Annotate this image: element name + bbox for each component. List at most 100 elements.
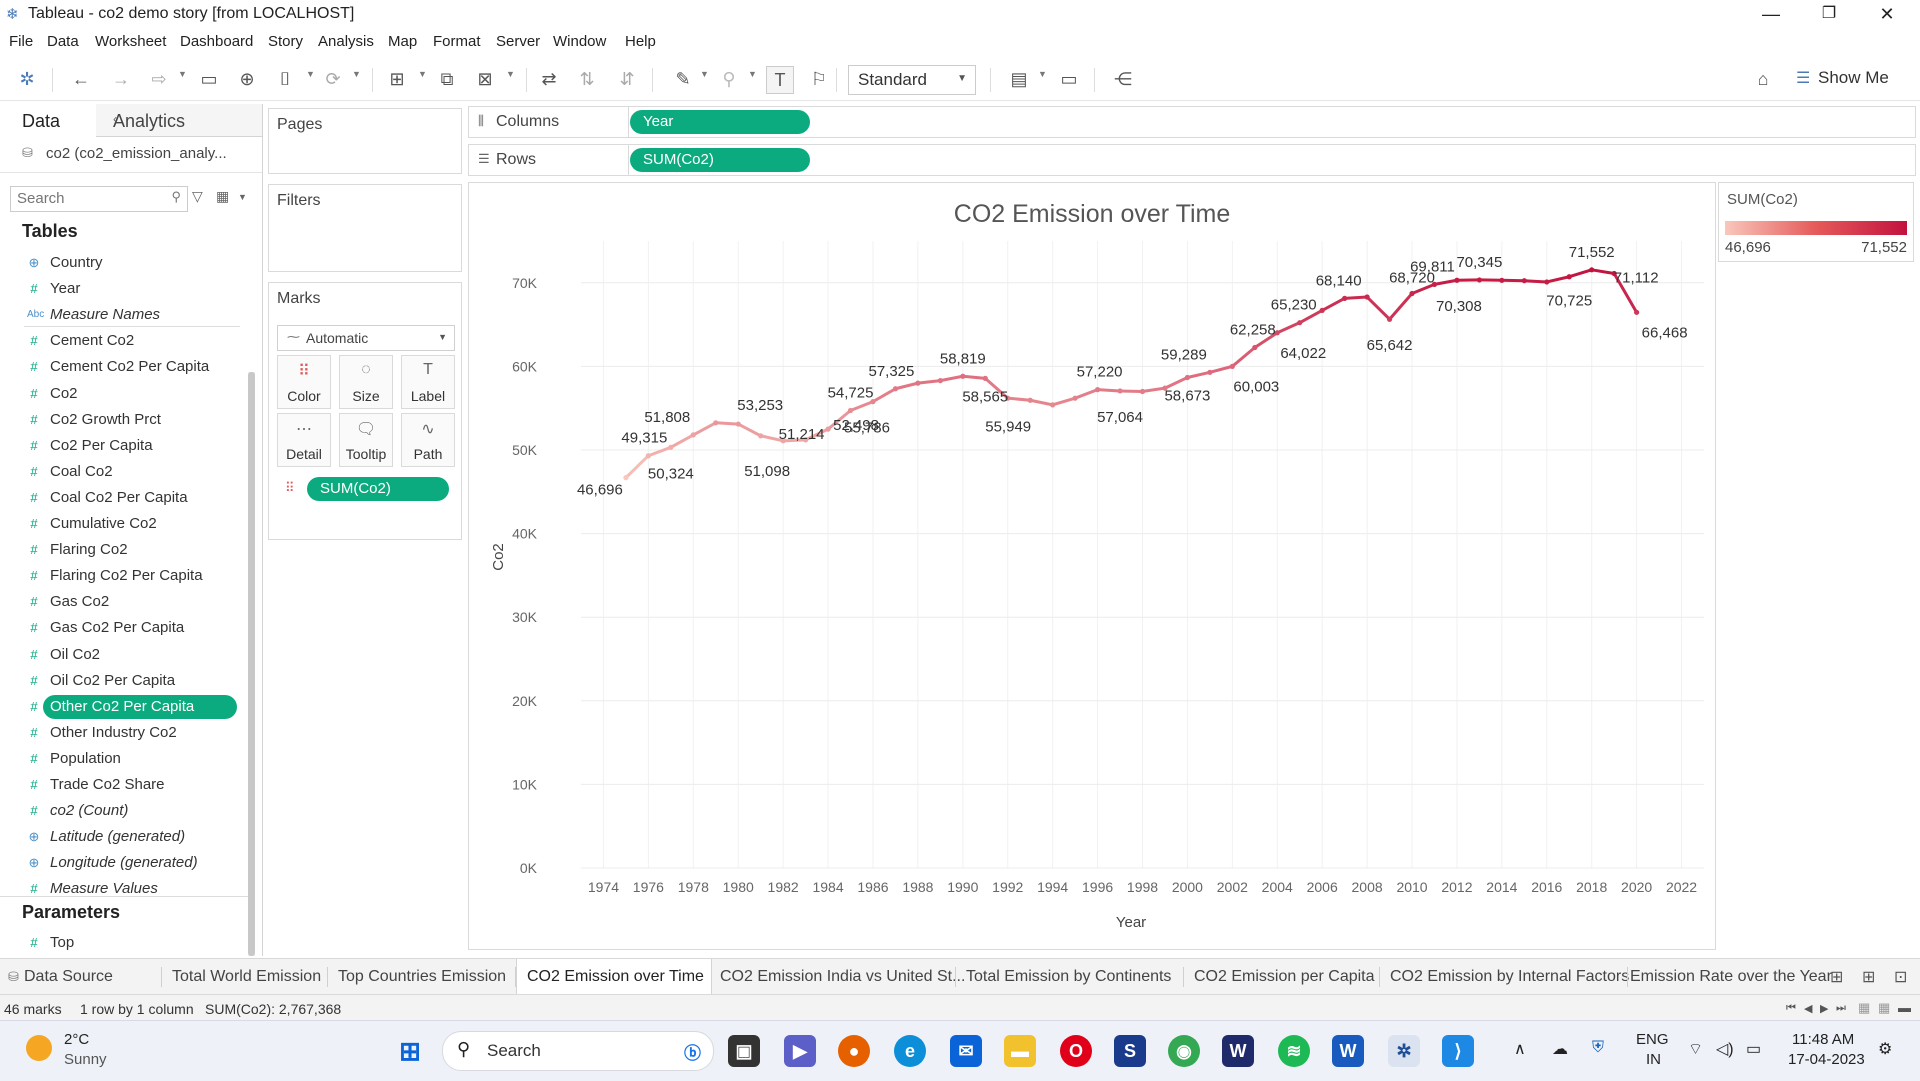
- field-item[interactable]: AbcMeasure Names: [0, 302, 244, 328]
- windows-start-icon[interactable]: ⊞: [394, 1035, 426, 1067]
- field-item[interactable]: #Co2 Per Capita: [0, 433, 244, 459]
- field-item[interactable]: #Oil Co2 Per Capita: [0, 668, 244, 694]
- field-item[interactable]: #Coal Co2: [0, 459, 244, 485]
- presentation-mode-icon[interactable]: ▭: [1056, 66, 1082, 92]
- tableau-home-icon[interactable]: ✲: [14, 66, 40, 92]
- data-point[interactable]: [1028, 398, 1033, 403]
- line-segment[interactable]: [648, 447, 670, 455]
- clock-date[interactable]: 17-04-2023: [1788, 1051, 1865, 1068]
- menu-map[interactable]: Map: [388, 33, 417, 50]
- filters-shelf[interactable]: Filters: [268, 184, 462, 272]
- field-item[interactable]: #Other Co2 Per Capita: [0, 694, 244, 720]
- series-points[interactable]: [623, 267, 1639, 480]
- data-point[interactable]: [1589, 267, 1594, 272]
- data-point[interactable]: [1050, 402, 1055, 407]
- line-segment[interactable]: [940, 376, 962, 380]
- prev-sheet-icon[interactable]: ◀: [1804, 1002, 1812, 1015]
- menu-story[interactable]: Story: [268, 33, 303, 50]
- firefox-icon[interactable]: ●: [838, 1035, 870, 1067]
- field-item[interactable]: #Oil Co2: [0, 642, 244, 668]
- line-segment[interactable]: [873, 389, 895, 402]
- last-sheet-icon[interactable]: ⏭: [1836, 1002, 1846, 1015]
- data-point[interactable]: [758, 433, 763, 438]
- show-mark-labels-icon[interactable]: T: [766, 66, 794, 94]
- file-explorer-icon[interactable]: ▬: [1004, 1035, 1036, 1067]
- taskbar-search[interactable]: ⚲ Search ⓑ: [442, 1031, 714, 1071]
- line-segment[interactable]: [1120, 391, 1142, 392]
- tab-total-world-emission[interactable]: Total World Emission: [162, 959, 328, 995]
- color-legend[interactable]: SUM(Co2) 46,696 71,552: [1718, 182, 1914, 262]
- edge-icon[interactable]: e: [894, 1035, 926, 1067]
- line-segment[interactable]: [1030, 400, 1052, 405]
- vscode-icon[interactable]: ⟩: [1442, 1035, 1474, 1067]
- color-button[interactable]: ⠿ Color: [277, 355, 331, 409]
- tab-top-countries-emission[interactable]: Top Countries Emission: [328, 959, 516, 995]
- data-point[interactable]: [1207, 370, 1212, 375]
- field-item[interactable]: #Cement Co2 Per Capita: [0, 354, 244, 380]
- line-segment[interactable]: [693, 423, 715, 435]
- data-point[interactable]: [848, 408, 853, 413]
- line-chart[interactable]: CO2 Emission over Time 0K10K20K30K40K50K…: [469, 183, 1715, 949]
- search-input[interactable]: [11, 187, 167, 209]
- filter-icon[interactable]: ▽: [192, 188, 203, 205]
- label-button[interactable]: T Label: [401, 355, 455, 409]
- chevron-down-icon[interactable]: ▼: [748, 69, 757, 79]
- field-item[interactable]: ⊕Longitude (generated): [0, 850, 244, 876]
- line-segment[interactable]: [1053, 398, 1075, 405]
- data-point[interactable]: [915, 381, 920, 386]
- line-segment[interactable]: [1075, 390, 1097, 399]
- line-segment[interactable]: [1008, 398, 1030, 400]
- tab-total-emission-by-continents[interactable]: Total Emission by Continents: [956, 959, 1184, 995]
- swap-rows-columns-icon[interactable]: ⇄: [536, 66, 562, 92]
- sort-ascending-icon[interactable]: ⇅: [574, 66, 600, 92]
- data-point[interactable]: [1095, 387, 1100, 392]
- field-item[interactable]: #Coal Co2 Per Capita: [0, 485, 244, 511]
- tab-co2-india-vs-us[interactable]: CO2 Emission India vs United St...: [710, 959, 956, 995]
- field-item[interactable]: #Gas Co2: [0, 589, 244, 615]
- size-button[interactable]: ◌ Size: [339, 355, 393, 409]
- field-item[interactable]: #Co2: [0, 381, 244, 407]
- tableau-taskbar-icon[interactable]: ✲: [1388, 1035, 1420, 1067]
- tray-chevron-icon[interactable]: ∧: [1514, 1039, 1526, 1059]
- line-segment[interactable]: [1434, 280, 1456, 284]
- onedrive-icon[interactable]: ☁: [1552, 1039, 1568, 1059]
- chrome-icon[interactable]: ◉: [1168, 1035, 1200, 1067]
- menu-data[interactable]: Data: [47, 33, 79, 50]
- field-item[interactable]: ⊕Country: [0, 250, 244, 276]
- chevron-down-icon[interactable]: ▼: [1038, 69, 1047, 79]
- line-segment[interactable]: [626, 456, 648, 478]
- line-segment[interactable]: [895, 383, 917, 389]
- menu-help[interactable]: Help: [625, 33, 656, 50]
- undo-icon[interactable]: ←: [68, 66, 94, 92]
- data-point[interactable]: [1544, 279, 1549, 284]
- chevron-down-icon[interactable]: ▼: [418, 69, 427, 79]
- datasource-item[interactable]: ⛁ co2 (co2_emission_analy...: [0, 136, 262, 173]
- menu-analysis[interactable]: Analysis: [318, 33, 374, 50]
- tab-emission-rate-over-year[interactable]: Emission Rate over the Year: [1628, 959, 1828, 995]
- line-segment[interactable]: [963, 376, 985, 378]
- group-members-icon[interactable]: ⚲: [716, 66, 742, 92]
- detail-button[interactable]: ⋯ Detail: [277, 413, 331, 467]
- data-point[interactable]: [1140, 389, 1145, 394]
- pages-shelf[interactable]: Pages: [268, 108, 462, 174]
- chevron-down-icon[interactable]: ▼: [178, 69, 187, 79]
- clock-time[interactable]: 11:48 AM: [1792, 1031, 1854, 1048]
- data-point[interactable]: [1387, 317, 1392, 322]
- new-worksheet-icon[interactable]: ⊞: [1830, 967, 1843, 987]
- line-segment[interactable]: [671, 435, 693, 447]
- field-item[interactable]: #Trade Co2 Share: [0, 772, 244, 798]
- menu-worksheet[interactable]: Worksheet: [95, 33, 166, 50]
- line-segment[interactable]: [1187, 372, 1209, 377]
- rows-shelf[interactable]: ☰ Rows SUM(Co2): [468, 144, 1916, 176]
- line-segment[interactable]: [1569, 270, 1591, 277]
- clear-sheet-icon[interactable]: ⊠: [472, 66, 498, 92]
- menu-format[interactable]: Format: [433, 33, 481, 50]
- line-segment[interactable]: [851, 402, 873, 411]
- mark-type-select[interactable]: ⁓ Automatic ▼: [277, 325, 455, 351]
- field-item[interactable]: #co2 (Count): [0, 798, 244, 824]
- data-point[interactable]: [1230, 364, 1235, 369]
- data-point[interactable]: [1365, 294, 1370, 299]
- line-segment[interactable]: [1322, 298, 1344, 310]
- show-cards-icon[interactable]: ▤: [1006, 66, 1032, 92]
- rows-pill-sum-co2[interactable]: SUM(Co2): [630, 148, 810, 172]
